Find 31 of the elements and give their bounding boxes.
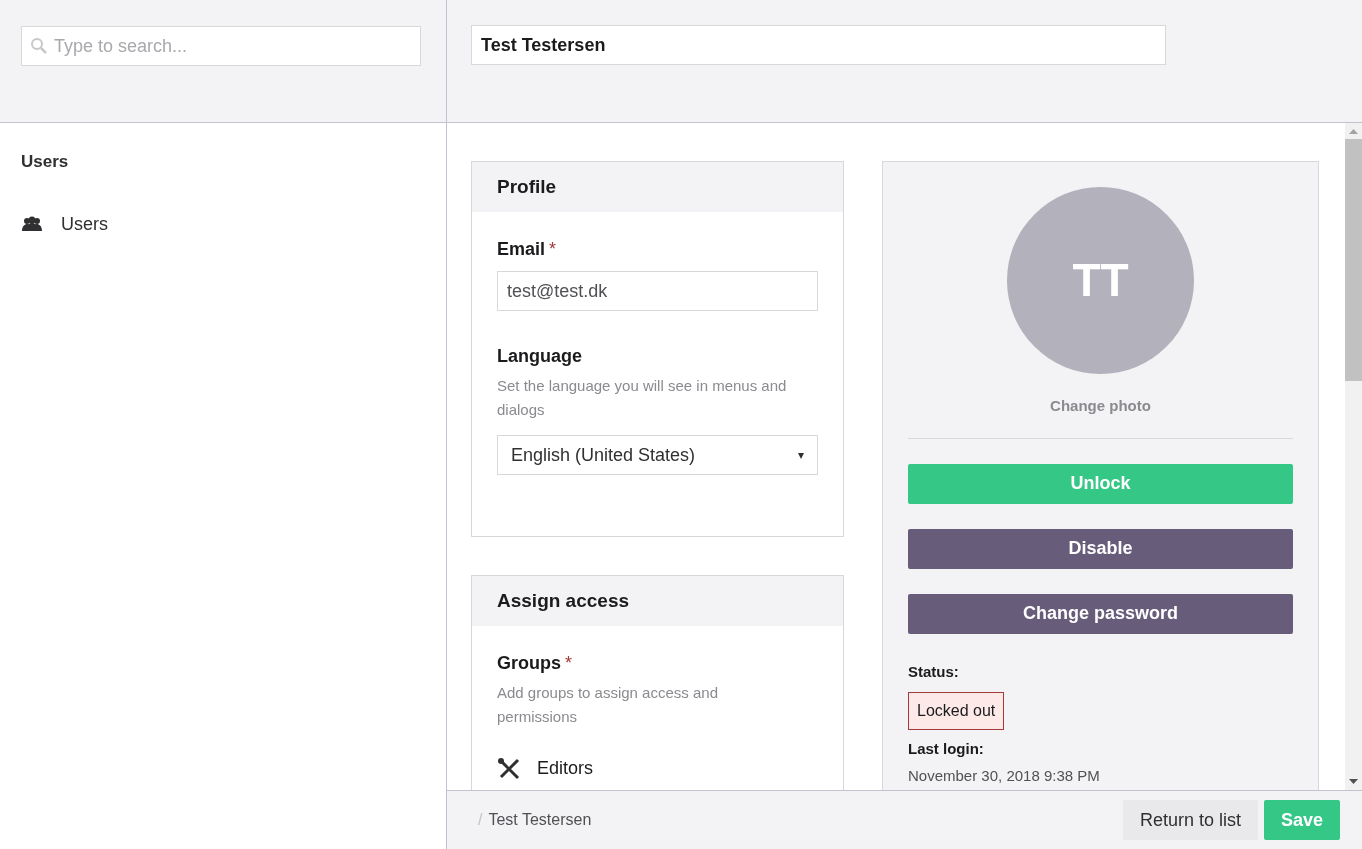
email-field[interactable]: test@test.dk [497,271,818,311]
status-badge: Locked out [908,692,1005,730]
tools-icon [497,757,521,780]
group-name: Editors [537,757,594,780]
last-login-value: November 30, 2018 9:38 PM [908,765,1101,786]
field-description: Set the language you will see in menus and dialogs [497,376,788,420]
search-icon [30,37,48,55]
required-mark: * [565,652,573,675]
required-mark: * [549,238,557,261]
scrollbar[interactable] [1345,123,1362,790]
action-button[interactable]: Change password [908,593,1293,634]
users-icon [21,216,43,232]
avatar: TT [1007,187,1194,374]
breadcrumb: Test Testersen [488,810,592,830]
field-label: Email [497,238,546,261]
card-title: Profile [472,162,843,212]
field-description: Add groups to assign access and permissions [497,683,719,727]
status-label: Status: [908,661,960,682]
sidebar-title: Users [21,151,70,173]
scroll-thumb[interactable] [1345,139,1362,381]
search-field[interactable]: Type to search... [21,26,421,66]
language-select[interactable]: English (United States) ▾ [497,435,818,475]
action-button[interactable]: Disable [908,528,1293,569]
last-login-label: Last login: [908,739,985,759]
sidebar-item[interactable]: Users [21,210,425,238]
name-field[interactable]: Test Testersen [471,25,1166,65]
field-label: Groups [497,652,561,675]
field-label: Language [497,345,583,368]
breadcrumb-separator: / [478,810,483,830]
footer-button[interactable]: Return to list [1122,800,1258,840]
card-title: Assign access [472,576,843,626]
